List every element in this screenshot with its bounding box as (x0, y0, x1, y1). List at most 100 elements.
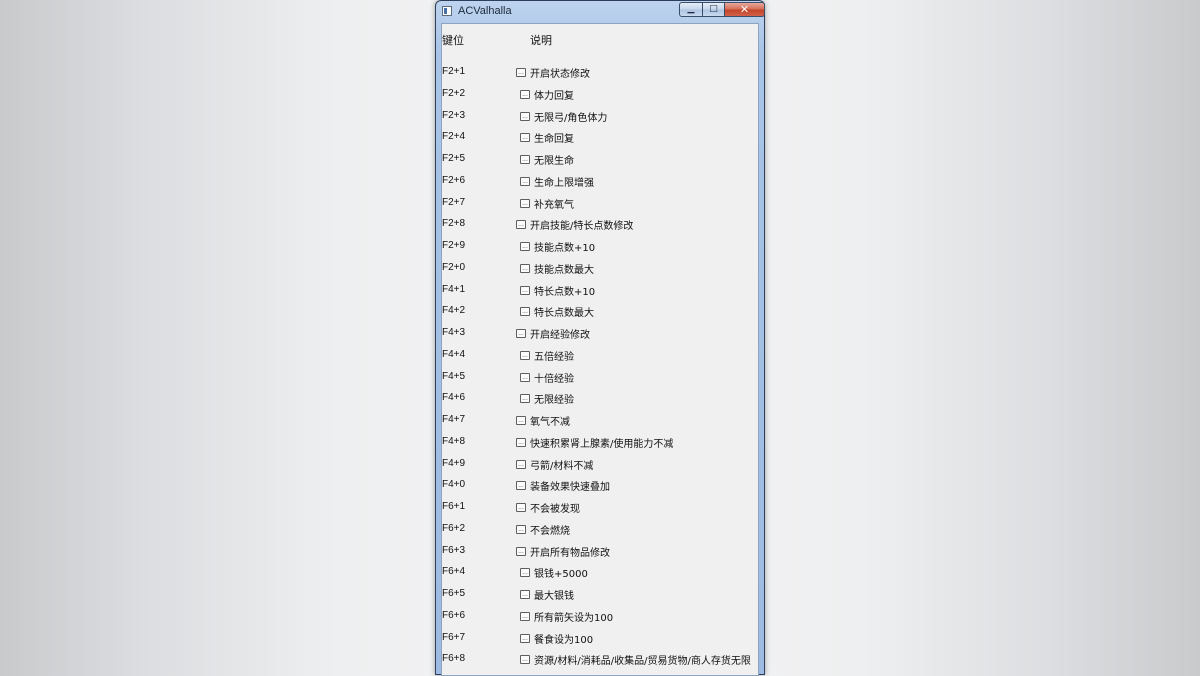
hotkey-row: F6+3... 开启所有物品修改 (442, 544, 758, 566)
ellipsis-button[interactable]: ... (520, 394, 530, 404)
hotkey-description: 开启所有物品修改 (530, 547, 610, 559)
hotkey-description: 补充氧气 (534, 199, 574, 211)
ellipsis-button[interactable]: ... (520, 633, 530, 643)
ellipsis-button[interactable]: ... (520, 263, 530, 273)
ellipsis-button[interactable]: ... (516, 481, 526, 491)
hotkey-description: 装备效果快速叠加 (530, 482, 610, 494)
hotkey-description: 生命回复 (534, 134, 574, 146)
ellipsis-button[interactable]: ... (520, 111, 530, 121)
hotkey-description: 无限生命 (534, 156, 574, 167)
ellipsis-button[interactable]: ... (520, 285, 530, 295)
hotkey-key: F4+8 (442, 435, 466, 447)
hotkey-key: F4+9 (442, 457, 466, 469)
ellipsis-button[interactable]: ... (516, 459, 526, 469)
hotkey-row: F6+2... 不会燃烧 (442, 522, 758, 544)
hotkey-key: F4+0 (442, 479, 466, 491)
ellipsis-button[interactable]: ... (520, 89, 530, 99)
hotkey-description: 所有箭矢设为100 (534, 612, 614, 624)
key-column-header: 键位 (442, 34, 464, 47)
ellipsis-button[interactable]: ... (520, 155, 530, 164)
ellipsis-button[interactable]: ... (520, 198, 530, 208)
app-icon (442, 6, 452, 16)
hotkey-key: F2+2 (442, 87, 466, 99)
hotkey-key: F4+7 (442, 414, 466, 425)
hotkey-description: 十倍经验 (534, 373, 574, 385)
hotkey-row: F2+3... 无限弓/角色体力 (442, 109, 758, 131)
close-button[interactable]: ✕ (724, 2, 765, 17)
hotkey-row: F2+2... 体力回复 (442, 87, 758, 109)
ellipsis-button[interactable]: ... (520, 350, 530, 360)
hotkey-row: F4+4... 五倍经验 (442, 349, 758, 370)
ellipsis-button[interactable]: ... (516, 416, 526, 425)
hotkey-key: F2+3 (442, 109, 466, 121)
hotkey-list: 键位 说明 F2+1... 开启状态修改 F2+2... 体力回复 F2+3... 无限弓… (441, 23, 759, 676)
hotkey-key: F6+5 (442, 588, 466, 599)
ellipsis-button[interactable]: ... (516, 503, 526, 512)
hotkey-row: F6+5... 最大银钱 (442, 588, 758, 609)
description-column-header: 说明 (530, 34, 552, 47)
minimize-icon: ▁ (687, 4, 695, 14)
maximize-button[interactable]: □ (702, 2, 725, 17)
hotkey-key: F6+8 (442, 653, 466, 665)
hotkey-key: F2+5 (442, 153, 466, 164)
ellipsis-button[interactable]: ... (520, 176, 530, 186)
hotkey-key: F6+1 (442, 501, 466, 512)
hotkey-row: F2+7... 补充氧气 (442, 196, 758, 218)
ellipsis-button[interactable]: ... (520, 307, 530, 317)
hotkey-row: F6+4... 银钱+5000 (442, 566, 758, 587)
hotkey-key: F2+9 (442, 240, 466, 251)
hotkey-key: F6+3 (442, 544, 466, 556)
hotkey-key: F4+5 (442, 370, 466, 382)
ellipsis-button[interactable]: ... (520, 242, 530, 251)
hotkey-row: F2+1... 开启状态修改 (442, 66, 758, 87)
minimize-button[interactable]: ▁ (679, 2, 703, 17)
hotkey-key: F4+6 (442, 392, 466, 404)
hotkey-description: 餐食设为100 (534, 634, 594, 646)
hotkey-description: 最大银钱 (534, 591, 574, 602)
hotkey-row: F4+2... 特长点数最大 (442, 305, 758, 326)
hotkey-key: F6+4 (442, 566, 466, 578)
hotkey-description: 弓箭/材料不减 (530, 460, 594, 472)
ellipsis-button[interactable]: ... (520, 655, 530, 665)
hotkey-description: 技能点数最大 (534, 264, 594, 276)
ellipsis-button[interactable]: ... (520, 372, 530, 382)
hotkey-key: F4+2 (442, 305, 466, 317)
hotkey-row: F4+0... 装备效果快速叠加 (442, 479, 758, 500)
hotkey-description: 特长点数+10 (534, 286, 596, 298)
window-title: ACValhalla (458, 5, 512, 17)
hotkey-row: F6+1... 不会被发现 (442, 501, 758, 522)
ellipsis-button[interactable]: ... (516, 546, 526, 556)
hotkey-key: F2+7 (442, 196, 466, 208)
app-window: ACValhalla ▁ □ ✕ 键位 说明 F2+1... 开启状态修改 F2+2… (435, 0, 765, 676)
hotkey-row: F4+9... 弓箭/材料不减 (442, 457, 758, 479)
hotkey-key: F2+1 (442, 66, 466, 77)
hotkey-key: F4+3 (442, 327, 466, 338)
hotkey-description: 无限弓/角色体力 (534, 112, 608, 124)
ellipsis-button[interactable]: ... (520, 133, 530, 143)
ellipsis-button[interactable]: ... (516, 437, 526, 447)
maximize-icon: □ (709, 4, 718, 14)
hotkey-description: 体力回复 (534, 90, 574, 102)
hotkey-row: F2+6... 生命上限增强 (442, 175, 758, 196)
ellipsis-button[interactable]: ... (516, 220, 526, 230)
ellipsis-button[interactable]: ... (516, 68, 526, 77)
hotkey-description: 银钱+5000 (534, 569, 588, 581)
ellipsis-button[interactable]: ... (520, 590, 530, 599)
hotkey-row: F2+9... 技能点数+10 (442, 240, 758, 261)
ellipsis-button[interactable]: ... (516, 524, 526, 534)
hotkey-row: F6+7... 餐食设为100 (442, 632, 758, 653)
hotkey-description: 开启状态修改 (530, 69, 590, 80)
ellipsis-button[interactable]: ... (520, 568, 530, 578)
hotkey-description: 特长点数最大 (534, 308, 594, 320)
hotkey-key: F2+4 (442, 131, 466, 143)
ellipsis-button[interactable]: ... (520, 611, 530, 621)
title-bar[interactable]: ACValhalla ▁ □ ✕ (436, 1, 765, 23)
hotkey-row: F4+5... 十倍经验 (442, 370, 758, 392)
ellipsis-button[interactable]: ... (516, 329, 526, 338)
hotkey-row: F4+8... 快速积累肾上腺素/使用能力不减 (442, 435, 758, 457)
hotkey-description: 开启经验修改 (530, 330, 590, 341)
hotkey-key: F6+2 (442, 522, 466, 534)
hotkey-row: F6+6... 所有箭矢设为100 (442, 610, 758, 631)
hotkey-row: F4+7... 氧气不减 (442, 414, 758, 435)
hotkey-description: 技能点数+10 (534, 243, 596, 254)
